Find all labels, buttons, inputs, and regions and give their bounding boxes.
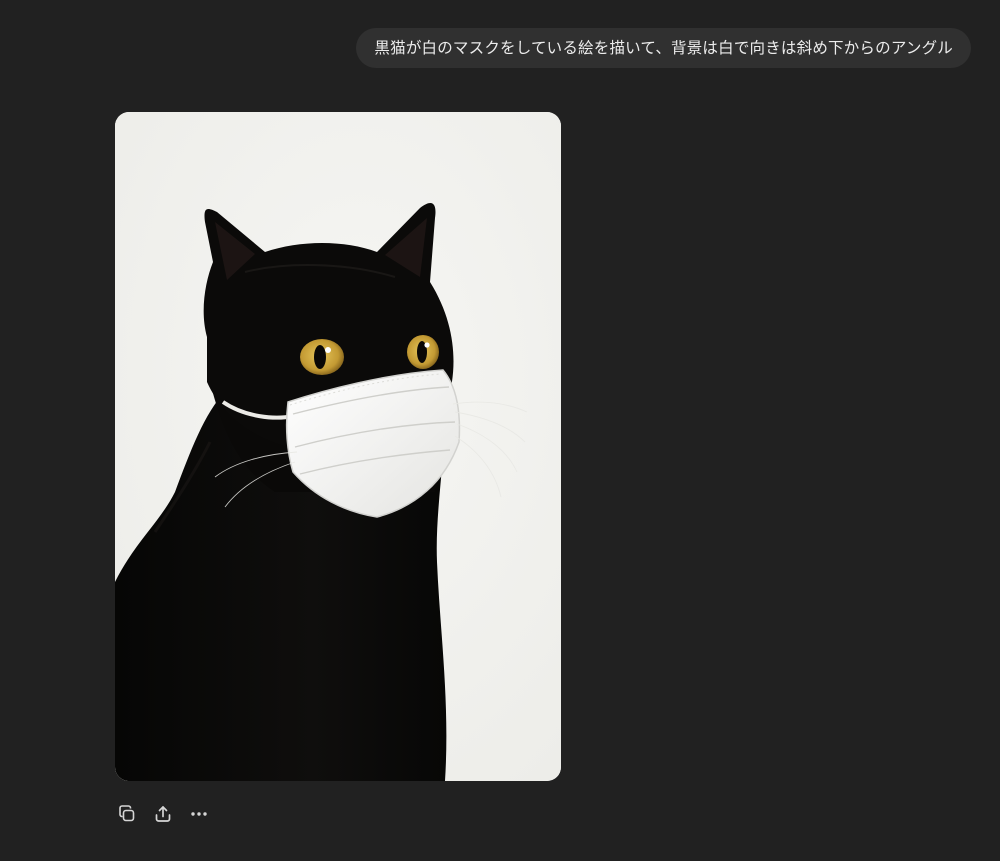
black-cat-with-mask-illustration [115,112,561,781]
more-options-button[interactable] [187,802,211,826]
user-message-text: 黒猫が白のマスクをしている絵を描いて、背景は白で向きは斜め下からのアングル [374,39,953,57]
more-icon [191,812,207,816]
copy-icon [119,805,135,822]
user-message-bubble: 黒猫が白のマスクをしている絵を描いて、背景は白で向きは斜め下からのアングル [356,28,971,68]
message-actions [115,802,223,826]
chat-page: 黒猫が白のマスクをしている絵を描いて、背景は白で向きは斜め下からのアングル [0,0,1000,861]
share-icon [155,806,171,822]
cat-left-eye [300,339,344,375]
cat-right-eye [407,335,439,369]
share-button[interactable] [151,802,175,826]
generated-image[interactable] [115,112,561,781]
copy-button[interactable] [115,802,139,826]
